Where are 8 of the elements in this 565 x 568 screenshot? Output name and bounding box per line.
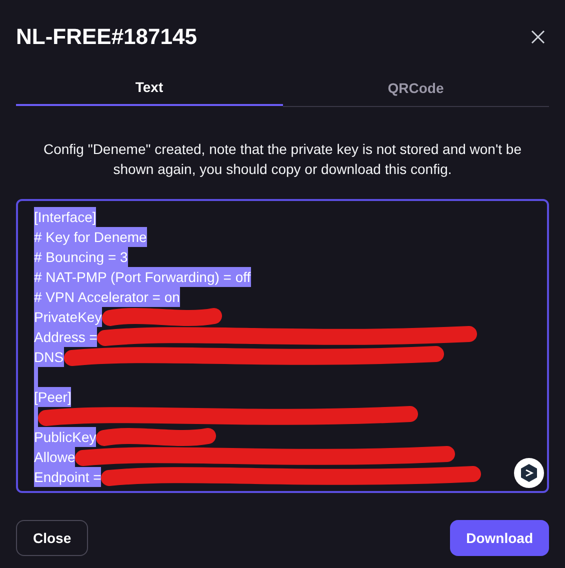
tab[interactable]: Text (16, 69, 282, 106)
notice-text: Config "Deneme" created, note that the private key is not stored and won't be shown again, you should copy or download this config. (42, 140, 522, 179)
tab[interactable]: QRCode (282, 70, 549, 107)
app-badge-icon (514, 458, 544, 488)
close-icon[interactable] (531, 30, 545, 44)
dialog-title: NL-FREE#187145 (16, 23, 197, 51)
download-button[interactable]: Download (450, 520, 549, 556)
close-button[interactable]: Close (16, 520, 88, 556)
